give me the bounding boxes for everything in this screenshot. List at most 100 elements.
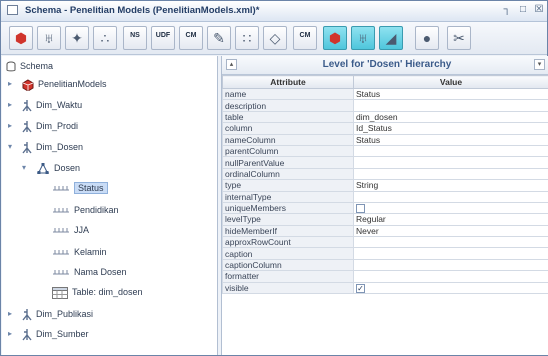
dimension-icon [22,329,36,341]
tree-node[interactable]: Dim_Prodi [22,118,78,134]
attribute-name: levelType [222,213,354,226]
add-udf-button[interactable]: UDF [151,26,175,50]
scroll-up-icon[interactable]: ▾ [534,59,545,70]
dimension-icon [22,309,36,321]
properties-panel: ▴ Level for 'Dosen' Hierarchy ▾ Attribut… [221,56,548,355]
tree-node[interactable]: Kelamin [52,244,107,260]
cube-icon [22,79,38,91]
attribute-value[interactable] [353,258,548,272]
role-icon: ● [422,30,432,46]
add-dimension-usage-button[interactable]: ✦ [65,26,89,50]
collapsed-handle-icon[interactable]: ▸ [8,80,16,88]
column-header-value[interactable]: Value [353,75,548,89]
attribute-name: table [222,110,354,124]
attribute-value[interactable] [353,156,548,169]
table-row: ordinalColumn [222,167,548,181]
add-dimension-button[interactable]: ♅ [37,26,61,50]
checked-checkbox[interactable]: ✓ [356,283,365,293]
minimize-icon[interactable]: ┐ [501,4,513,16]
add-calculated-member-button[interactable]: CM [179,26,203,50]
collapse-icon[interactable]: ▴ [226,59,237,70]
delete-button[interactable]: ✂ [447,26,471,50]
tree-root-schema[interactable]: Schema [6,58,53,74]
add-cube-button[interactable]: ⬢ [9,26,33,50]
level-icon [52,267,74,277]
toolbar: ⬢ ♅ ✦ ∴ NS UDF CM ✎ ∷ ◇ CM ⬢ ♅ ◢ ● ✂ [1,22,547,55]
add-role-button[interactable]: ● [415,26,439,50]
attribute-table: Attribute Value name Status description tab… [222,75,548,295]
cube-view-button[interactable]: ⬢ [323,26,347,50]
tree-node[interactable]: Status [52,180,108,196]
expanded-handle-icon[interactable]: ▾ [8,143,16,151]
add-virtual-cube-button[interactable]: CM [293,26,317,50]
add-level-button[interactable]: ∷ [235,26,259,50]
attribute-value[interactable]: Status [353,87,548,101]
virtual-cube-icon: CM [299,32,311,39]
calculated-member-icon: CM [185,32,197,39]
attribute-value[interactable] [353,190,548,203]
attribute-value[interactable] [353,144,548,158]
attribute-value[interactable]: Never [353,224,548,238]
tree-node[interactable]: Dim_Sumber [22,326,89,342]
tree-node[interactable]: PenelitianModels [22,76,107,92]
level-icon [52,205,74,215]
tree-node-label: Dim_Publikasi [36,309,94,319]
tree-node[interactable]: Table: dim_dosen [52,284,143,300]
tree-node[interactable]: Dim_Dosen [22,139,83,155]
attribute-value[interactable] [353,99,548,112]
collapsed-handle-icon[interactable]: ▸ [8,310,16,318]
tree-node[interactable]: Pendidikan [52,202,119,218]
tree-node-label: Nama Dosen [74,267,127,277]
schema-tree[interactable]: Schema ▸ PenelitianModels ▸ Dim_Waktu ▸ Dim_P… [2,56,218,355]
table-row: name Status [222,87,548,101]
attribute-value[interactable]: Id_Status [353,122,548,135]
unchecked-checkbox[interactable] [356,204,365,213]
attribute-name: ordinalColumn [222,167,354,181]
table-row: type String [222,179,548,192]
table-row: table dim_dosen [222,110,548,124]
tree-node-label: JJA [74,225,90,235]
tree-node[interactable]: JJA [52,222,89,238]
close-icon[interactable]: ☒ [533,4,545,16]
tree-node[interactable]: Dim_Publikasi [22,306,93,322]
collapsed-handle-icon[interactable]: ▸ [8,330,16,338]
attribute-value[interactable]: Regular [353,213,548,226]
panel-heading: Level for 'Dosen' Hierarchy [322,59,452,70]
dimension-usage-icon: ✦ [71,30,83,46]
attribute-value[interactable] [353,167,548,181]
add-measure-button[interactable]: ✎ [207,26,231,50]
edit-mode-button[interactable]: ◢ [379,26,403,50]
hierarchy-icon [36,163,54,175]
table-row: caption [222,247,548,260]
attribute-value[interactable]: Status [353,133,548,146]
attribute-value[interactable]: String [353,179,548,192]
table-row: uniqueMembers [222,201,548,215]
tree-node[interactable]: Nama Dosen [52,264,127,280]
collapsed-handle-icon[interactable]: ▸ [8,122,16,130]
dimension-icon: ♅ [43,30,55,46]
panel-header: ▴ Level for 'Dosen' Hierarchy ▾ [222,56,548,75]
attribute-value[interactable] [353,247,548,260]
attribute-value[interactable] [353,201,548,215]
attribute-value[interactable] [353,236,548,249]
attribute-value[interactable] [353,270,548,283]
tree-node[interactable]: Dim_Waktu [22,97,82,113]
add-hierarchy-button[interactable]: ∴ [93,26,117,50]
tree-node[interactable]: Dosen [36,160,80,176]
expanded-handle-icon[interactable]: ▾ [22,164,30,172]
attribute-value[interactable]: dim_dosen [353,110,548,124]
add-property-button[interactable]: ◇ [263,26,287,50]
table-row: description [222,99,548,112]
window-icon [7,5,18,15]
collapsed-handle-icon[interactable]: ▸ [8,101,16,109]
delete-icon: ✂ [453,30,465,46]
level-icon: ∷ [242,30,252,46]
dimension-view-button[interactable]: ♅ [351,26,375,50]
property-icon: ◇ [269,30,281,46]
attribute-value[interactable]: ✓ [353,281,548,295]
add-named-set-button[interactable]: NS [123,26,147,50]
window-title: Schema - Penelitian Models (PenelitianMo… [25,5,260,16]
attribute-name: hideMemberIf [222,224,354,238]
column-header-attribute[interactable]: Attribute [222,75,354,89]
maximize-icon[interactable]: □ [517,4,529,16]
